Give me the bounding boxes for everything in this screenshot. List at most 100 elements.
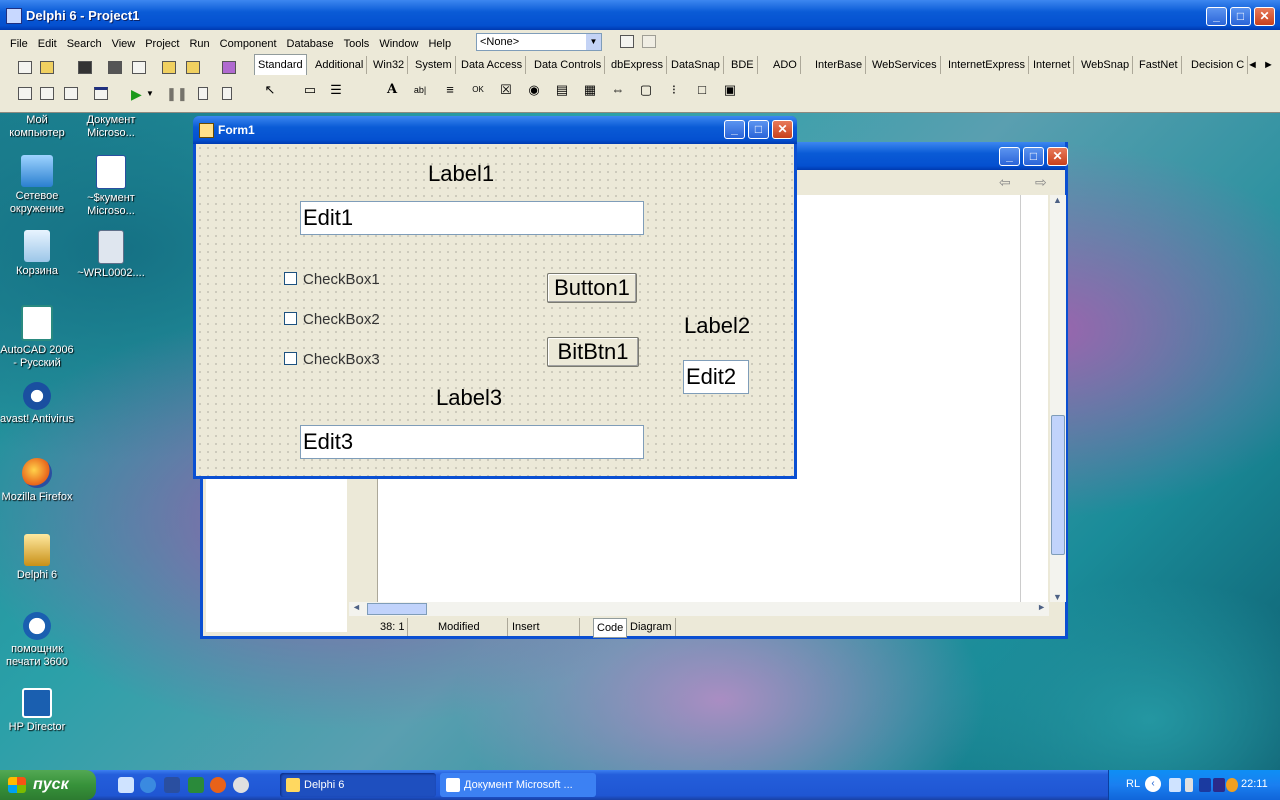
scrollbar-thumb[interactable] bbox=[1051, 415, 1065, 555]
pointer-tool-icon[interactable]: ↖ bbox=[260, 80, 280, 100]
button1[interactable]: Button1 bbox=[547, 273, 637, 303]
tab-data-access[interactable]: Data Access bbox=[458, 56, 527, 74]
pause-button[interactable]: ❚❚ bbox=[162, 86, 188, 102]
volume-tray-icon[interactable] bbox=[1199, 778, 1211, 792]
tab-win32[interactable]: Win32 bbox=[370, 56, 409, 74]
form-maximize-button[interactable]: □ bbox=[748, 120, 769, 139]
excel-icon[interactable] bbox=[188, 777, 204, 793]
actionlist-component-icon[interactable]: ▣ bbox=[720, 80, 740, 100]
desktop-icon-wrl-file[interactable]: ~WRL0002.... bbox=[74, 230, 148, 280]
checkbox2[interactable]: CheckBox2 bbox=[284, 312, 380, 328]
edit1[interactable]: Edit1 bbox=[300, 201, 644, 235]
menu-database[interactable]: Database bbox=[287, 34, 334, 54]
tab-scroll-left-icon[interactable]: ◄ bbox=[1244, 56, 1261, 74]
menu-help[interactable]: Help bbox=[428, 34, 451, 54]
add-to-project-button[interactable] bbox=[160, 60, 178, 76]
edit-component-icon[interactable]: ab| bbox=[410, 80, 430, 100]
menu-edit[interactable]: Edit bbox=[38, 34, 57, 54]
scroll-up-icon[interactable]: ▲ bbox=[1053, 195, 1062, 205]
set-debug-desktop-button[interactable] bbox=[640, 34, 658, 50]
desktop-icon-temp-document[interactable]: ~$кумент Microso... bbox=[74, 155, 148, 218]
menu-project[interactable]: Project bbox=[145, 34, 179, 54]
desktop-layout-combo[interactable]: <None> ▼ bbox=[476, 33, 602, 51]
listbox-component-icon[interactable]: ▤ bbox=[552, 80, 572, 100]
ide-title-bar[interactable]: Delphi 6 - Project1 _ □ ✕ bbox=[0, 0, 1280, 30]
edit3[interactable]: Edit3 bbox=[300, 425, 644, 459]
menu-window[interactable]: Window bbox=[379, 34, 418, 54]
scroll-down-icon[interactable]: ▼ bbox=[1053, 592, 1062, 602]
desktop-icon-delphi[interactable]: Delphi 6 bbox=[0, 534, 74, 582]
monitor-tray-icon[interactable] bbox=[1213, 778, 1225, 792]
label-component-icon[interactable]: A bbox=[382, 80, 402, 100]
open-project-button[interactable] bbox=[130, 60, 148, 76]
tab-diagram[interactable]: Diagram bbox=[627, 618, 676, 636]
tab-ado[interactable]: ADO bbox=[770, 56, 801, 74]
edit2[interactable]: Edit2 bbox=[683, 360, 749, 394]
minimize-button[interactable]: _ bbox=[1206, 7, 1227, 26]
menu-view[interactable]: View bbox=[112, 34, 136, 54]
trace-into-button[interactable] bbox=[196, 86, 214, 102]
save-desktop-button[interactable] bbox=[618, 34, 636, 50]
firefox-icon[interactable] bbox=[210, 777, 226, 793]
popupmenu-component-icon[interactable]: ☰ bbox=[326, 80, 346, 100]
help-contents-button[interactable] bbox=[220, 60, 238, 76]
panel-component-icon[interactable]: □ bbox=[692, 80, 712, 100]
language-indicator[interactable]: RL bbox=[1126, 778, 1140, 790]
close-button[interactable]: ✕ bbox=[1254, 7, 1275, 26]
run-dropdown-button[interactable]: ▼ bbox=[146, 86, 156, 102]
desktop-icon-my-computer[interactable]: Мой компьютер bbox=[0, 114, 74, 140]
tab-additional[interactable]: Additional bbox=[312, 56, 368, 74]
checkbox1[interactable]: CheckBox1 bbox=[284, 272, 380, 288]
scroll-right-icon[interactable]: ► bbox=[1037, 602, 1046, 612]
button-component-icon[interactable]: OK bbox=[468, 80, 488, 100]
internet-explorer-icon[interactable] bbox=[140, 777, 156, 793]
scrollbar-component-icon[interactable]: ⇔ bbox=[608, 80, 628, 100]
tab-code[interactable]: Code bbox=[593, 618, 628, 638]
desktop-icon-avast[interactable]: avast! Antivirus bbox=[0, 382, 74, 426]
tab-websnap[interactable]: WebSnap bbox=[1078, 56, 1134, 74]
tab-decision-cube[interactable]: Decision C bbox=[1188, 56, 1249, 74]
radiogroup-component-icon[interactable]: ⁝ bbox=[664, 80, 684, 100]
label3[interactable]: Label3 bbox=[436, 385, 502, 411]
mainmenu-component-icon[interactable]: ▭ bbox=[300, 80, 320, 100]
tab-system[interactable]: System bbox=[412, 56, 456, 74]
label2[interactable]: Label2 bbox=[684, 313, 750, 339]
tab-webservices[interactable]: WebServices bbox=[869, 56, 941, 74]
tab-datasnap[interactable]: DataSnap bbox=[668, 56, 724, 74]
desktop-icon-recycle-bin[interactable]: Корзина bbox=[0, 230, 74, 278]
code-explorer-pane[interactable] bbox=[206, 475, 347, 632]
horizontal-scrollbar[interactable]: ◄ ► bbox=[349, 602, 1049, 616]
new-button[interactable] bbox=[16, 60, 34, 76]
tab-internet[interactable]: Internet bbox=[1030, 56, 1075, 74]
label1[interactable]: Label1 bbox=[428, 161, 494, 187]
word-icon[interactable] bbox=[164, 777, 180, 793]
start-button[interactable]: пуск bbox=[0, 770, 96, 800]
form1-title-bar[interactable]: Form1 _ □ ✕ bbox=[193, 116, 797, 144]
menu-search[interactable]: Search bbox=[67, 34, 102, 54]
avast-tray-icon[interactable] bbox=[1226, 778, 1238, 792]
forward-arrow-icon[interactable]: ⇨ bbox=[1035, 174, 1047, 191]
groupbox-component-icon[interactable]: ▢ bbox=[636, 80, 656, 100]
tab-bde[interactable]: BDE bbox=[728, 56, 758, 74]
task-word-document[interactable]: Документ Microsoft ... bbox=[440, 773, 596, 797]
checkbox-component-icon[interactable]: ☒ bbox=[496, 80, 516, 100]
tab-interbase[interactable]: InterBase bbox=[812, 56, 867, 74]
tab-internetexpress[interactable]: InternetExpress bbox=[945, 56, 1030, 74]
bitbtn1[interactable]: BitBtn1 bbox=[547, 337, 639, 367]
maximize-button[interactable]: □ bbox=[1230, 7, 1251, 26]
scroll-left-icon[interactable]: ◄ bbox=[352, 602, 361, 612]
save-button[interactable] bbox=[76, 60, 94, 76]
show-desktop-icon[interactable] bbox=[118, 777, 134, 793]
combobox-component-icon[interactable]: ▦ bbox=[580, 80, 600, 100]
remove-from-project-button[interactable] bbox=[184, 60, 202, 76]
editor-maximize-button[interactable]: □ bbox=[1023, 147, 1044, 166]
menu-tools[interactable]: Tools bbox=[344, 34, 370, 54]
network-tray-icon[interactable] bbox=[1169, 778, 1181, 792]
vertical-scrollbar[interactable]: ▲ ▼ bbox=[1050, 195, 1066, 602]
menu-component[interactable]: Component bbox=[220, 34, 277, 54]
desktop-icon-hp-print-helper[interactable]: помощник печати 3600 bbox=[0, 612, 74, 669]
save-all-button[interactable] bbox=[106, 60, 124, 76]
media-player-icon[interactable] bbox=[233, 777, 249, 793]
editor-close-button[interactable]: ✕ bbox=[1047, 147, 1068, 166]
back-arrow-icon[interactable]: ⇦ bbox=[999, 174, 1011, 191]
